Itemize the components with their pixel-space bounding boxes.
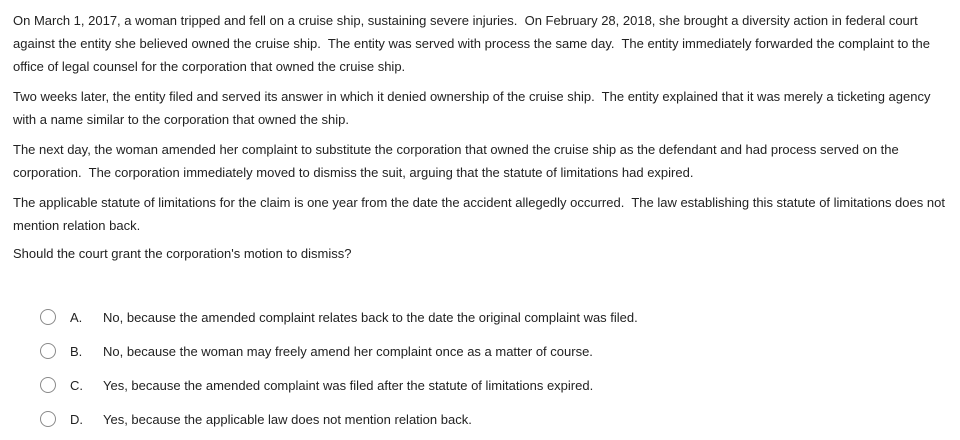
question-paragraph-2: Two weeks later, the entity filed and se… <box>13 89 935 127</box>
question-paragraph-4: The applicable statute of limitations fo… <box>13 195 949 233</box>
option-letter-a: A. <box>70 309 83 325</box>
radio-button-c[interactable] <box>40 377 56 393</box>
question-paragraph-3: The next day, the woman amended her comp… <box>13 142 903 180</box>
option-letter-d: D. <box>70 411 83 427</box>
option-text-d: Yes, because the applicable law does not… <box>103 411 472 427</box>
option-letter-c: C. <box>70 377 83 393</box>
question-stem: On March 1, 2017, a woman tripped and fe… <box>13 9 953 264</box>
answer-option-d[interactable]: D. Yes, because the applicable law does … <box>40 402 940 436</box>
question-prompt: Should the court grant the corporation's… <box>13 246 352 261</box>
radio-button-b[interactable] <box>40 343 56 359</box>
radio-button-a[interactable] <box>40 309 56 325</box>
option-letter-b: B. <box>70 343 83 359</box>
answer-option-a[interactable]: A. No, because the amended complaint rel… <box>40 300 940 334</box>
answer-option-c[interactable]: C. Yes, because the amended complaint wa… <box>40 368 940 402</box>
option-text-c: Yes, because the amended complaint was f… <box>103 377 594 393</box>
option-text-b: No, because the woman may freely amend h… <box>103 343 593 359</box>
answer-options: A. No, because the amended complaint rel… <box>40 300 940 436</box>
radio-button-d[interactable] <box>40 411 56 427</box>
answer-option-b[interactable]: B. No, because the woman may freely amen… <box>40 334 940 368</box>
question-paragraph-1: On March 1, 2017, a woman tripped and fe… <box>13 13 934 74</box>
option-text-a: No, because the amended complaint relate… <box>103 309 638 325</box>
